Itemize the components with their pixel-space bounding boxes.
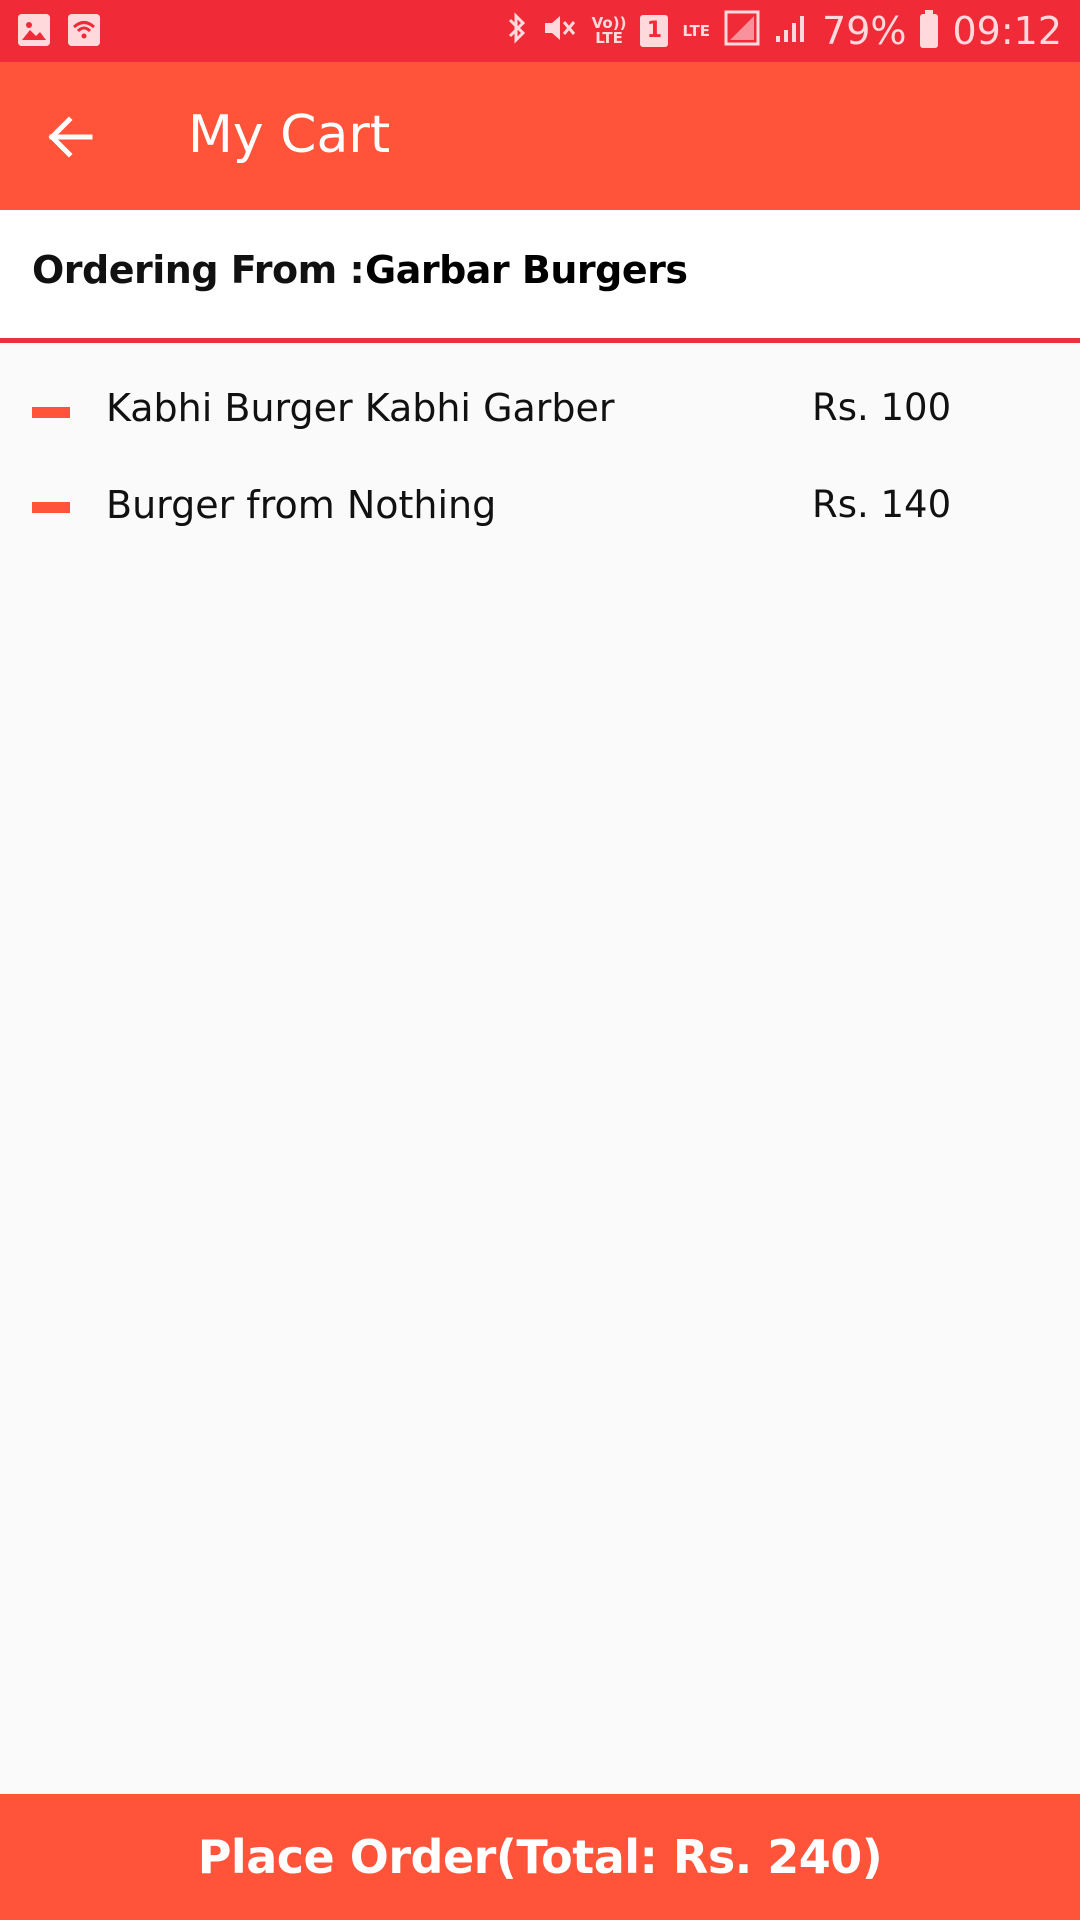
mute-icon — [542, 11, 578, 51]
minus-icon[interactable] — [32, 502, 70, 513]
cart-screen: Vo)) LTE 1 LTE 79% 09:12 My Cart Orderin… — [0, 0, 1080, 1920]
cart-item: Burger from Nothing Rs. 140 — [0, 440, 1080, 535]
cart-item: Kabhi Burger Kabhi Garber Rs. 100 — [0, 343, 1080, 440]
ordering-from-section: Ordering From : Garbar Burgers — [0, 210, 1080, 343]
restaurant-name: Garbar Burgers — [365, 248, 688, 292]
battery-icon — [920, 10, 939, 48]
bluetooth-icon — [506, 11, 528, 51]
back-button[interactable] — [36, 102, 106, 172]
status-bar-notifications — [18, 14, 100, 46]
item-price: Rs. 100 — [812, 386, 952, 429]
item-name: Burger from Nothing — [106, 483, 497, 527]
lte-icon: LTE — [682, 21, 711, 40]
battery-percent: 79% — [822, 9, 907, 53]
item-name: Kabhi Burger Kabhi Garber — [106, 386, 615, 430]
ordering-from-label: Ordering From : — [32, 248, 365, 292]
app-bar: My Cart — [0, 62, 1080, 210]
arrow-left-icon — [48, 116, 93, 158]
signal-icon-2 — [774, 12, 808, 50]
sim-icon: 1 — [640, 15, 669, 47]
wifi-calling-icon — [68, 14, 100, 46]
status-bar: Vo)) LTE 1 LTE 79% 09:12 — [0, 0, 1080, 62]
item-price: Rs. 140 — [812, 483, 952, 526]
signal-icon — [724, 10, 760, 52]
cart-list: Kabhi Burger Kabhi Garber Rs. 100 Burger… — [0, 343, 1080, 535]
image-icon — [18, 14, 50, 46]
status-bar-system: Vo)) LTE 1 LTE 79% 09:12 — [506, 6, 1062, 56]
minus-icon[interactable] — [32, 407, 70, 418]
clock: 09:12 — [952, 9, 1062, 53]
page-title: My Cart — [188, 105, 391, 165]
place-order-button[interactable]: Place Order(Total: Rs. 240) — [0, 1794, 1080, 1920]
volte-icon: Vo)) LTE — [591, 14, 627, 47]
